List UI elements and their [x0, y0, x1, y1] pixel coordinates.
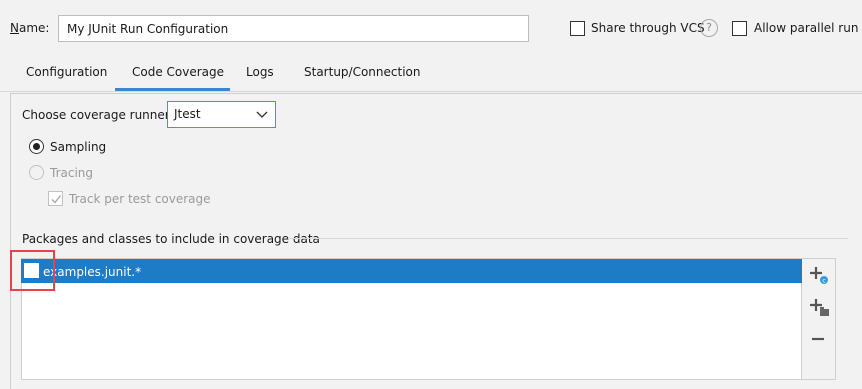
- svg-text:c: c: [822, 278, 825, 285]
- name-input[interactable]: [58, 15, 529, 42]
- share-vcs-label: Share through VCS: [591, 21, 705, 35]
- tab-startup-connection[interactable]: Startup/Connection: [304, 65, 420, 89]
- help-icon[interactable]: ?: [700, 19, 718, 37]
- name-label: Name:: [10, 21, 50, 35]
- share-vcs-checkbox[interactable]: [570, 21, 585, 36]
- list-item-label: examples.junit.*: [43, 265, 142, 279]
- track-per-test-label: Track per test coverage: [69, 192, 211, 206]
- tab-code-coverage[interactable]: Code Coverage: [132, 65, 224, 89]
- checkmark-icon: [51, 195, 62, 204]
- tab-configuration[interactable]: Configuration: [26, 65, 107, 89]
- tracing-label: Tracing: [50, 166, 94, 180]
- coverage-runner-select[interactable]: Jtest: [167, 101, 276, 128]
- coverage-runner-label: Choose coverage runner:: [22, 108, 174, 122]
- tab-logs[interactable]: Logs: [246, 65, 274, 89]
- section-divider: [288, 238, 848, 239]
- add-package-icon: [810, 299, 829, 316]
- allow-parallel-checkbox[interactable]: [732, 21, 747, 36]
- chevron-down-icon: [256, 108, 268, 123]
- remove-button[interactable]: [808, 328, 830, 350]
- sampling-radio[interactable]: [29, 139, 44, 154]
- tab-bar-divider: [0, 91, 862, 92]
- sampling-label: Sampling: [50, 140, 107, 154]
- highlight-annotation-box: [10, 250, 55, 291]
- add-class-button[interactable]: c: [808, 264, 830, 286]
- track-per-test-checkbox[interactable]: [48, 191, 63, 206]
- tracing-radio[interactable]: [29, 165, 44, 180]
- packages-section-label: Packages and classes to include in cover…: [22, 232, 320, 246]
- remove-icon: [812, 337, 824, 341]
- add-package-button[interactable]: [808, 296, 830, 318]
- coverage-runner-value: Jtest: [174, 107, 201, 121]
- allow-parallel-label: Allow parallel run: [754, 21, 859, 35]
- add-class-icon: c: [810, 267, 828, 285]
